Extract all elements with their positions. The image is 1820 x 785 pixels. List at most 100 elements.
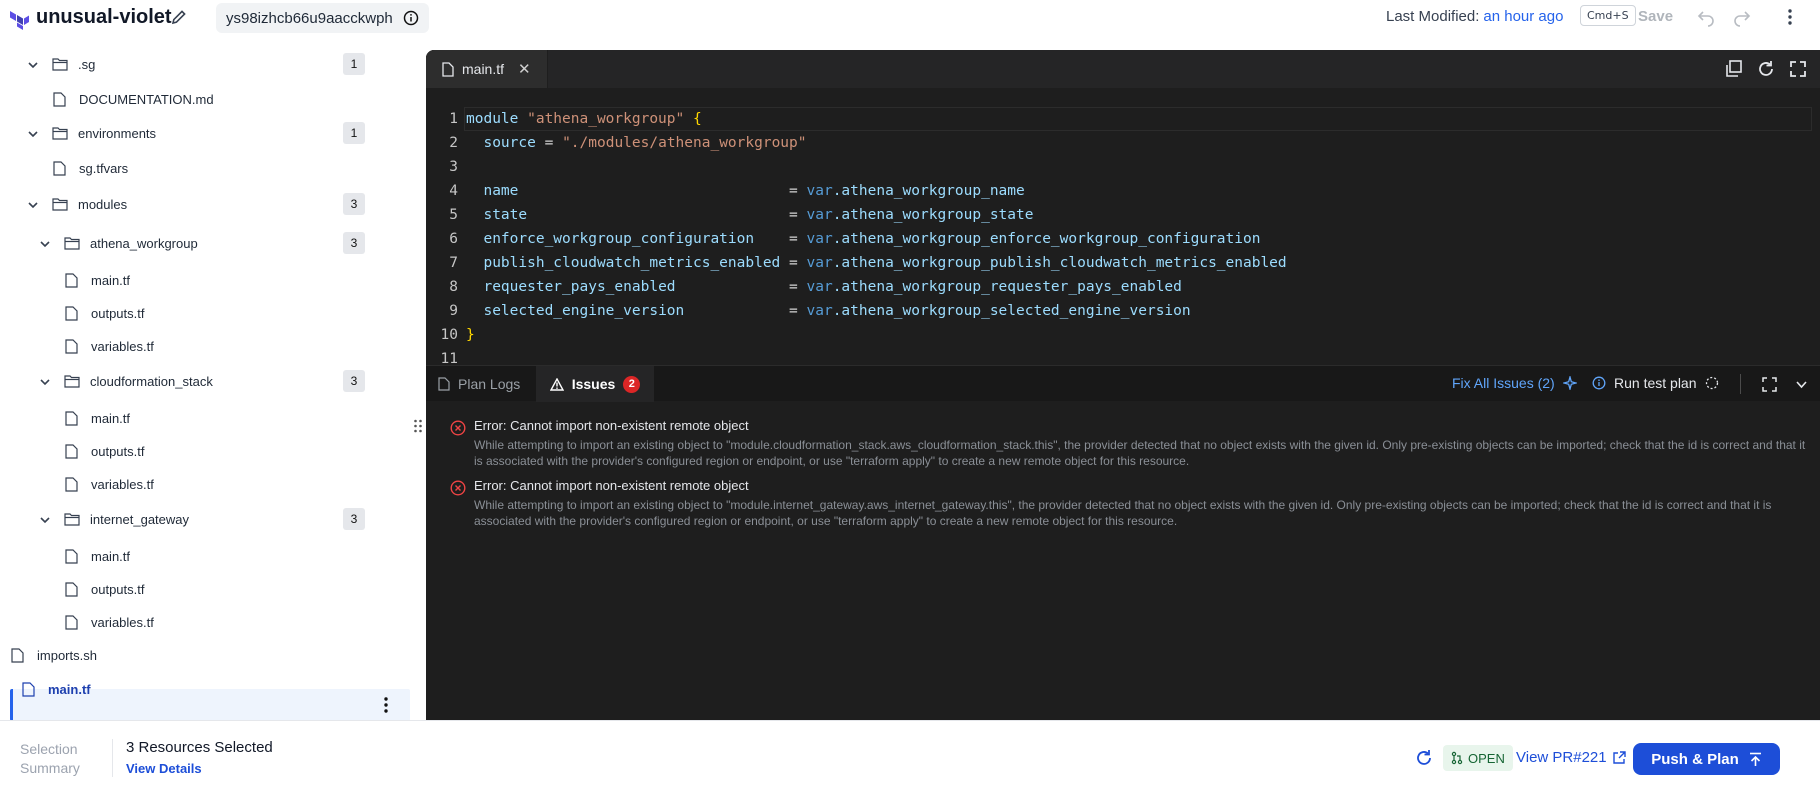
run-test-plan-button[interactable]: Run test plan: [1592, 375, 1719, 391]
line-number: 8: [449, 279, 458, 295]
line-source: enforce_workgroup_configuration = var.at…: [483, 231, 1261, 247]
tab-main-tf[interactable]: main.tf ✕: [426, 50, 548, 88]
toolbar-divider: [1740, 374, 1741, 394]
last-modified-link[interactable]: an hour ago: [1483, 8, 1563, 25]
close-icon[interactable]: ✕: [518, 60, 531, 78]
refresh-icon[interactable]: [1756, 59, 1776, 79]
tree-file-item[interactable]: DOCUMENTATION.md: [53, 83, 214, 116]
selection-line-1: Selection: [20, 741, 78, 757]
maximize-icon[interactable]: [1762, 377, 1777, 392]
line-source: requester_pays_enabled = var.athena_work…: [483, 279, 1182, 295]
file-icon: [65, 581, 81, 598]
line-source: state = var.athena_workgroup_state: [483, 207, 1034, 223]
chevron-down-icon[interactable]: [26, 127, 40, 141]
line-number: 1: [449, 111, 458, 127]
tree-folder-environments[interactable]: environments: [26, 117, 156, 150]
tab-plan-logs[interactable]: Plan Logs: [438, 366, 520, 402]
save-button[interactable]: Save: [1638, 8, 1673, 25]
tree-file-item[interactable]: main.tf: [65, 402, 130, 435]
error-icon: [450, 420, 466, 436]
file-icon: [65, 614, 81, 631]
tree-folder-athena-workgroup[interactable]: athena_workgroup: [38, 227, 198, 260]
tab-label: main.tf: [462, 61, 505, 77]
tree-item-label: outputs.tf: [91, 306, 145, 321]
push-and-plan-button[interactable]: Push & Plan: [1633, 743, 1780, 775]
issue-title: Error: Cannot import non-existent remote…: [474, 418, 749, 433]
tree-folder-modules[interactable]: modules: [26, 188, 127, 221]
line-source: source = "./modules/athena_workgroup": [483, 135, 807, 151]
pull-request-icon: [1451, 751, 1463, 765]
drag-handle-icon[interactable]: [413, 418, 423, 434]
file-icon: [22, 681, 38, 698]
sync-icon[interactable]: [1415, 749, 1433, 767]
view-pr-link[interactable]: View PR#221: [1516, 749, 1626, 766]
issue-description: While attempting to import an existing o…: [474, 438, 1806, 468]
copy-icon[interactable]: [1724, 59, 1744, 79]
tree-item-label: athena_workgroup: [90, 236, 198, 251]
chevron-down-icon[interactable]: [38, 513, 52, 527]
pr-status-badge: OPEN: [1443, 745, 1513, 771]
last-modified-label: Last Modified:: [1386, 8, 1480, 25]
undo-icon[interactable]: [1696, 7, 1716, 27]
folder-count-badge: 3: [343, 370, 365, 392]
tree-item-label: internet_gateway: [90, 512, 190, 527]
tree-file-item[interactable]: outputs.tf: [65, 435, 144, 468]
tree-file-item[interactable]: variables.tf: [65, 468, 154, 501]
fullscreen-icon[interactable]: [1788, 59, 1808, 79]
tree-item-label: outputs.tf: [91, 582, 145, 597]
pencil-icon[interactable]: [171, 9, 187, 25]
last-modified: Last Modified: an hour ago: [1386, 8, 1563, 25]
tab-issues[interactable]: Issues 2: [536, 366, 654, 402]
view-details-link[interactable]: View Details: [126, 761, 202, 776]
line-number: 7: [449, 255, 458, 271]
tree-item-label: main.tf: [91, 549, 131, 564]
info-circle-icon: [1592, 376, 1606, 390]
tree-file-item[interactable]: main.tf: [22, 673, 91, 706]
chevron-down-icon[interactable]: [38, 237, 52, 251]
tree-item-label: main.tf: [91, 411, 131, 426]
chevron-down-icon[interactable]: [38, 375, 52, 389]
tree-folder-sg[interactable]: .sg: [26, 48, 95, 81]
terraform-logo-icon: [8, 8, 30, 30]
tree-file-item[interactable]: variables.tf: [65, 606, 154, 639]
footer-bar: Selection Summary 3 Resources Selected V…: [0, 720, 1820, 785]
info-icon[interactable]: [403, 10, 419, 26]
tree-file-item[interactable]: main.tf: [65, 540, 130, 573]
file-icon: [65, 443, 81, 460]
line-number: 9: [449, 303, 458, 319]
fix-all-issues-button[interactable]: Fix All Issues (2): [1452, 375, 1577, 391]
chevron-down-icon[interactable]: [26, 198, 40, 212]
tree-item-label: variables.tf: [91, 339, 154, 354]
tree-file-item[interactable]: outputs.tf: [65, 297, 144, 330]
tree-file-item[interactable]: imports.sh: [11, 639, 97, 672]
file-icon: [442, 61, 454, 77]
chevron-down-icon[interactable]: [1794, 377, 1809, 392]
chevron-down-icon[interactable]: [26, 58, 40, 72]
tree-file-item[interactable]: variables.tf: [65, 330, 154, 363]
tree-folder-internet-gateway[interactable]: internet_gateway: [38, 503, 189, 536]
warning-icon: [549, 377, 564, 391]
tree-file-item[interactable]: main.tf: [65, 264, 130, 297]
commit-id-pill[interactable]: ys98izhcb66u9aacckwph: [216, 3, 429, 33]
row-more-icon[interactable]: [378, 696, 394, 714]
tree-item-label: outputs.tf: [91, 444, 145, 459]
more-vertical-icon[interactable]: [1780, 7, 1800, 27]
folder-icon: [52, 126, 68, 142]
tree-folder-cloudformation-stack[interactable]: cloudformation_stack: [38, 365, 213, 398]
folder-count-badge: 1: [343, 53, 365, 75]
tree-item-label: environments: [78, 126, 157, 141]
line-source: publish_cloudwatch_metrics_enabled = var…: [483, 255, 1287, 271]
line-number: 2: [449, 135, 458, 151]
selection-line-2: Summary: [20, 760, 80, 776]
push-plan-label: Push & Plan: [1651, 750, 1739, 768]
tree-file-item[interactable]: sg.tfvars: [53, 152, 128, 185]
file-icon: [11, 647, 27, 664]
project-name: unusual-violet: [36, 6, 172, 28]
redo-icon[interactable]: [1732, 7, 1752, 27]
editor-tab-bar: main.tf ✕: [426, 50, 1820, 88]
folder-icon: [64, 236, 80, 252]
tree-item-label: imports.sh: [37, 648, 97, 663]
folder-count-badge: 1: [343, 122, 365, 144]
tree-file-item[interactable]: outputs.tf: [65, 573, 144, 606]
bottom-panel-bar: Plan Logs Issues 2 Fix All Issues (2) Ru…: [426, 365, 1820, 402]
